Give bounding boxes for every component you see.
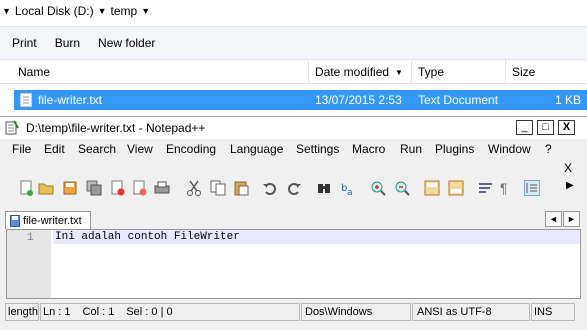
zoom-out-icon[interactable]: [394, 180, 410, 196]
copy-icon[interactable]: [210, 180, 226, 196]
zoom-in-icon[interactable]: [370, 180, 386, 196]
cut-icon[interactable]: [186, 180, 202, 196]
status-bar: length Ln : 1 Col : 1 Sel : 0 | 0 Dos\Wi…: [5, 301, 587, 323]
burn-button[interactable]: Burn: [55, 36, 80, 50]
column-date-modified[interactable]: Date modified ▼: [309, 60, 412, 84]
tab-scroll-right-button[interactable]: ►: [563, 211, 580, 227]
status-selection: Sel : 0 | 0: [126, 306, 173, 318]
notepadpp-window: D:\temp\file-writer.txt - Notepad++ _ □ …: [0, 116, 587, 330]
status-eol: Dos\Windows: [301, 303, 411, 321]
text-file-icon: [20, 93, 32, 107]
save-icon[interactable]: [62, 180, 78, 196]
editor-area[interactable]: 1 Ini adalah contoh FileWriter: [6, 229, 581, 299]
toolbar: ba ¶ ▶: [0, 175, 587, 203]
menu-help[interactable]: ?: [545, 142, 552, 156]
menu-view[interactable]: View: [127, 142, 153, 156]
open-file-icon[interactable]: [38, 180, 54, 196]
chevron-down-icon[interactable]: ▼: [2, 6, 11, 16]
menu-language[interactable]: Language: [230, 142, 283, 156]
file-type: Text Document: [418, 93, 499, 107]
tab-file-writer[interactable]: file-writer.txt: [5, 211, 91, 229]
menu-search[interactable]: Search: [78, 142, 116, 156]
indent-guide-icon[interactable]: [524, 180, 540, 196]
menu-window[interactable]: Window: [488, 142, 531, 156]
close-button[interactable]: X: [558, 120, 575, 135]
redo-icon[interactable]: [286, 180, 302, 196]
sort-down-icon: ▼: [395, 67, 403, 77]
saved-file-icon: [10, 214, 20, 227]
toolbar-overflow-icon[interactable]: ▶: [566, 180, 582, 196]
tab-bar: file-writer.txt ◄ ►: [0, 209, 587, 229]
title-bar[interactable]: D:\temp\file-writer.txt - Notepad++ _ □ …: [0, 117, 587, 139]
sync-vertical-icon[interactable]: [424, 180, 440, 196]
menu-plugins[interactable]: Plugins: [435, 142, 474, 156]
sync-horizontal-icon[interactable]: [448, 180, 464, 196]
menu-settings[interactable]: Settings: [296, 142, 339, 156]
column-type-label: Type: [418, 65, 445, 79]
show-all-characters-icon[interactable]: ¶: [500, 180, 516, 196]
close-all-icon[interactable]: [132, 180, 148, 196]
paste-icon[interactable]: [233, 180, 249, 196]
status-length: length: [5, 303, 39, 321]
status-line: Ln : 1: [43, 306, 71, 318]
line-number: 1: [27, 232, 34, 244]
save-all-icon[interactable]: [86, 180, 102, 196]
status-encoding: ANSI as UTF-8: [412, 303, 530, 321]
file-row[interactable]: file-writer.txt 13/07/2015 2:53 Text Doc…: [14, 90, 587, 110]
menu-run[interactable]: Run: [400, 142, 422, 156]
menu-edit[interactable]: Edit: [44, 142, 65, 156]
command-bar: Print Burn New folder: [0, 26, 587, 60]
status-position: Ln : 1 Col : 1 Sel : 0 | 0: [40, 303, 300, 321]
menu-bar: File Edit Search View Encoding Language …: [0, 139, 587, 159]
breadcrumb: ▼ Local Disk (D:) ▼ temp ▼: [0, 0, 587, 22]
undo-icon[interactable]: [262, 180, 278, 196]
file-date: 13/07/2015 2:53: [315, 93, 402, 107]
print-icon[interactable]: [154, 180, 170, 196]
breadcrumb-item-folder[interactable]: temp: [111, 4, 138, 18]
replace-icon[interactable]: ba: [340, 180, 356, 198]
chevron-down-icon[interactable]: ▼: [98, 6, 107, 16]
maximize-button[interactable]: □: [537, 120, 554, 135]
column-date-label: Date modified: [315, 65, 390, 79]
menu-macro[interactable]: Macro: [352, 142, 385, 156]
editor-text-line[interactable]: Ini adalah contoh FileWriter: [55, 231, 240, 243]
menu-file[interactable]: File: [12, 142, 31, 156]
column-name[interactable]: Name: [12, 60, 309, 84]
column-type[interactable]: Type: [412, 60, 506, 84]
column-size-label: Size: [512, 65, 536, 79]
new-folder-button[interactable]: New folder: [98, 36, 155, 50]
column-name-label: Name: [18, 65, 51, 79]
close-file-icon[interactable]: [110, 180, 126, 196]
tab-scroll-left-button[interactable]: ◄: [545, 211, 562, 227]
window-title: D:\temp\file-writer.txt - Notepad++: [26, 121, 206, 135]
close-document-button[interactable]: X: [564, 161, 572, 175]
menu-encoding[interactable]: Encoding: [166, 142, 216, 156]
file-name: file-writer.txt: [38, 93, 103, 107]
status-insert-mode: INS: [531, 303, 575, 321]
new-file-icon[interactable]: [18, 180, 34, 196]
status-column: Col : 1: [82, 306, 115, 318]
breadcrumb-item-drive[interactable]: Local Disk (D:): [15, 4, 94, 18]
svg-text:a: a: [347, 188, 353, 196]
explorer-window: ▼ Local Disk (D:) ▼ temp ▼ Print Burn Ne…: [0, 0, 587, 116]
column-headers: Name Date modified ▼ Type Size: [0, 60, 587, 84]
notepadpp-icon: [5, 120, 19, 135]
chevron-down-icon[interactable]: ▼: [141, 6, 150, 16]
file-size: 1 KB: [554, 93, 581, 107]
word-wrap-icon[interactable]: [478, 180, 494, 196]
minimize-button[interactable]: _: [516, 120, 533, 135]
column-size[interactable]: Size: [506, 60, 587, 84]
tab-label: file-writer.txt: [23, 214, 82, 227]
find-icon[interactable]: [316, 180, 332, 196]
print-button[interactable]: Print: [12, 36, 37, 50]
